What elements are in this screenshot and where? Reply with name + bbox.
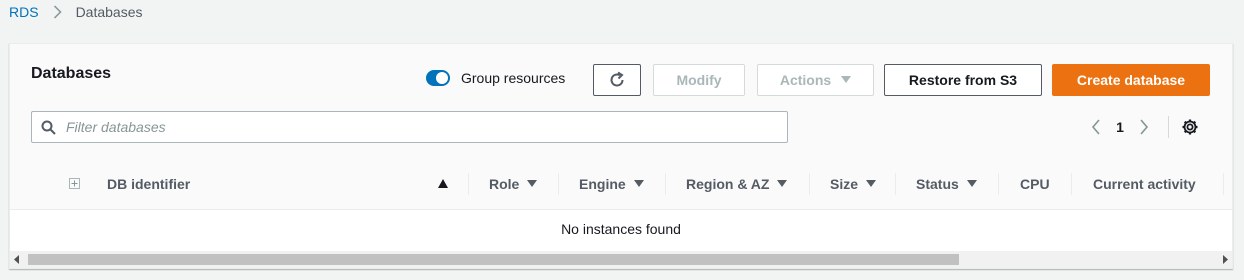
- column-header-db-identifier[interactable]: DB identifier: [107, 159, 190, 209]
- column-header-engine[interactable]: Engine: [579, 159, 644, 209]
- column-divider: [558, 173, 559, 195]
- horizontal-scrollbar[interactable]: [10, 251, 1232, 268]
- restore-from-s3-button[interactable]: Restore from S3: [884, 64, 1042, 96]
- caret-down-icon: [527, 180, 538, 188]
- column-label: DB identifier: [107, 176, 191, 192]
- toggle-switch[interactable]: [426, 70, 450, 86]
- actions-button[interactable]: Actions: [757, 64, 874, 96]
- refresh-icon: [608, 71, 626, 89]
- breadcrumb: RDS Databases: [9, 3, 143, 21]
- caret-down-icon: [633, 180, 644, 188]
- gear-icon[interactable]: [1181, 118, 1199, 136]
- column-divider: [468, 173, 469, 195]
- table-header: DB identifier Role Engine Region & AZ Si…: [10, 159, 1232, 210]
- column-header-role[interactable]: Role: [489, 159, 538, 209]
- refresh-button[interactable]: [593, 64, 641, 96]
- filter-databases-search[interactable]: [31, 111, 788, 143]
- databases-panel: Databases Group resources Modify Actions…: [9, 43, 1233, 269]
- group-resources-toggle[interactable]: Group resources: [426, 70, 565, 86]
- breadcrumb-rds-link[interactable]: RDS: [9, 4, 39, 20]
- column-header-region-az[interactable]: Region & AZ: [686, 159, 788, 209]
- scrollbar-thumb[interactable]: [28, 254, 959, 265]
- previous-page-icon[interactable]: [1086, 119, 1106, 135]
- column-label: Role: [489, 176, 520, 192]
- caret-down-icon: [966, 180, 977, 188]
- column-divider: [895, 173, 896, 195]
- caret-down-icon: [866, 180, 877, 188]
- scroll-right-icon[interactable]: [1222, 255, 1228, 264]
- column-divider: [665, 173, 666, 195]
- search-icon: [41, 120, 56, 135]
- actions-label: Actions: [779, 72, 832, 88]
- toggle-knob: [436, 72, 448, 84]
- column-label: Current activity: [1093, 176, 1196, 192]
- column-divider: [1071, 173, 1072, 195]
- column-label: Engine: [579, 176, 626, 192]
- expand-all-icon[interactable]: [69, 178, 80, 189]
- column-header-size[interactable]: Size: [830, 159, 877, 209]
- column-label: Size: [830, 176, 859, 192]
- column-divider: [1223, 173, 1224, 195]
- column-label: CPU: [1020, 176, 1050, 192]
- create-database-button[interactable]: Create database: [1052, 64, 1210, 96]
- column-header-status[interactable]: Status: [916, 159, 977, 209]
- modify-button[interactable]: Modify: [653, 64, 745, 96]
- pager-divider: [1168, 116, 1169, 138]
- caret-down-icon: [841, 76, 852, 84]
- page-title: Databases: [31, 65, 112, 82]
- empty-table-message: No instances found: [561, 221, 681, 237]
- sort-ascending-icon[interactable]: [438, 179, 448, 188]
- panel-header: Databases Group resources Modify Actions…: [10, 44, 1232, 160]
- column-header-current-activity[interactable]: Current activity: [1093, 159, 1196, 209]
- column-header-cpu[interactable]: CPU: [1020, 159, 1050, 209]
- column-label: Region & AZ: [686, 176, 770, 192]
- caret-down-icon: [777, 180, 788, 188]
- column-label: Status: [916, 176, 959, 192]
- column-divider: [998, 173, 999, 195]
- group-resources-label: Group resources: [461, 70, 566, 86]
- scroll-left-icon[interactable]: [14, 255, 20, 264]
- pagination: 1: [1086, 116, 1199, 138]
- search-input[interactable]: [64, 118, 748, 136]
- column-divider: [809, 173, 810, 195]
- chevron-right-icon: [53, 5, 62, 19]
- breadcrumb-current: Databases: [75, 4, 143, 20]
- current-page-number[interactable]: 1: [1106, 119, 1134, 135]
- next-page-icon[interactable]: [1134, 119, 1154, 135]
